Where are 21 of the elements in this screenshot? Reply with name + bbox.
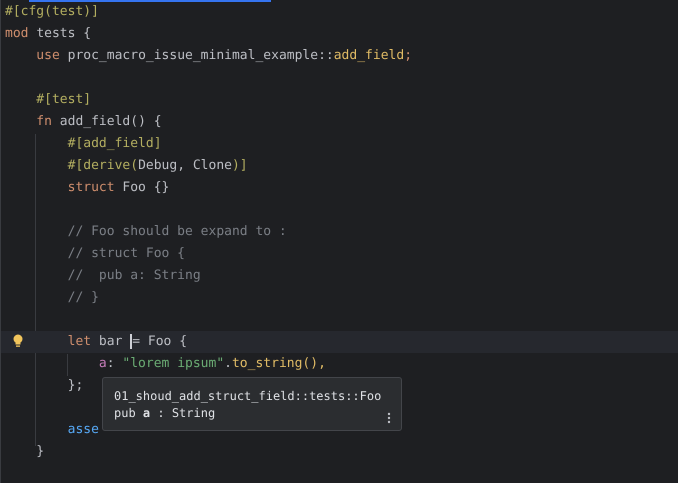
code-line: struct Foo {} — [66, 180, 170, 195]
code-line: #[derive(Debug, Clone)] — [66, 158, 248, 173]
code-line: // Foo should be expand to : — [66, 224, 287, 239]
code-line: }; — [66, 378, 84, 393]
code-line: #[add_field] — [66, 136, 162, 151]
code-line: a: "lorem ipsum".to_string(), — [98, 356, 326, 371]
type-path: 01_shoud_add_struct_field::tests::Foo — [114, 388, 382, 405]
field-signature: pub a : String — [114, 405, 216, 422]
code-line: use proc_macro_issue_minimal_example::add_field; — [35, 48, 412, 63]
code-line: } — [35, 444, 44, 459]
code-line: #[cfg(test)] — [5, 4, 99, 19]
code-line: // struct Foo { — [66, 246, 186, 261]
more-options-icon[interactable] — [387, 412, 391, 424]
code-line: // pub a: String — [66, 268, 201, 283]
code-line: mod tests { — [5, 26, 92, 41]
code-line: fn add_field() { — [35, 114, 162, 129]
code-line: // } — [66, 290, 99, 305]
lightbulb-icon[interactable] — [13, 334, 23, 348]
code-line: #[test] — [35, 92, 92, 107]
code-line: asse — [66, 422, 99, 437]
code-line: let bar = Foo { — [66, 334, 188, 349]
